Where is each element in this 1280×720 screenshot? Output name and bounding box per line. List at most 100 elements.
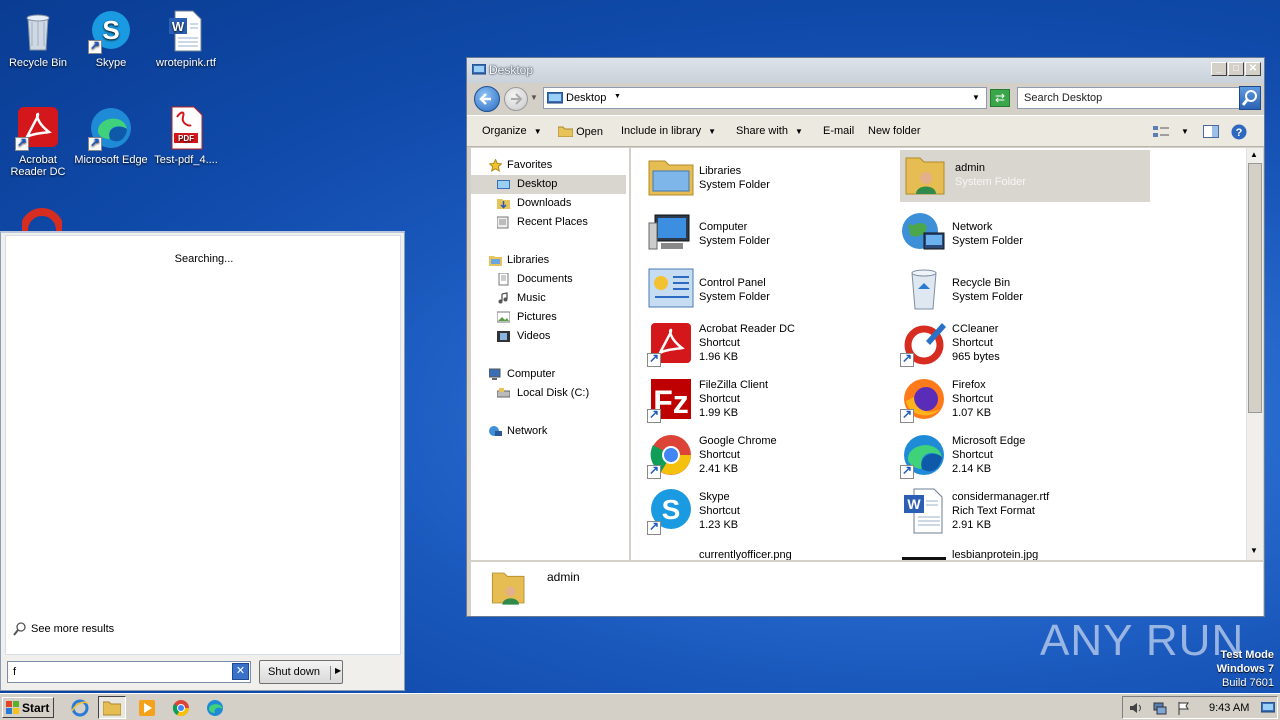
nav-downloads[interactable]: Downloads: [471, 194, 626, 213]
file-item-lesbianprotein[interactable]: lesbianprotein.jpg: [900, 543, 1150, 560]
nav-libraries[interactable]: Libraries: [471, 251, 626, 270]
edge-icon: [88, 105, 134, 151]
nav-videos[interactable]: Videos: [471, 327, 626, 346]
file-item-ccleaner[interactable]: CCleanerShortcut965 bytes: [900, 319, 1150, 373]
minimize-button[interactable]: _: [1211, 62, 1227, 76]
share-with-menu[interactable]: Share with ▼: [736, 125, 803, 137]
back-button[interactable]: [474, 86, 500, 112]
close-button[interactable]: ✕: [1245, 62, 1261, 76]
see-more-results-label: See more results: [31, 623, 115, 635]
internet-explorer-icon[interactable]: [71, 699, 89, 717]
recent-pages-dropdown-icon[interactable]: ▼: [530, 93, 538, 102]
nav-local-disk[interactable]: Local Disk (C:): [471, 384, 626, 403]
shortcut-arrow-icon: [88, 38, 102, 54]
file-item-considermanager[interactable]: W considermanager.rtf Rich Text Format 2.9…: [900, 487, 1150, 541]
svg-text:W: W: [172, 19, 185, 34]
change-view-icon[interactable]: [1153, 125, 1169, 139]
chrome-icon[interactable]: [172, 699, 190, 717]
file-item-currentlyofficer[interactable]: currentlyofficer.png: [647, 543, 897, 560]
preview-pane-icon[interactable]: [1203, 125, 1219, 139]
desktop-icon-edge[interactable]: Microsoft Edge: [73, 105, 149, 166]
network-tray-icon[interactable]: [1153, 701, 1167, 715]
videos-icon: [497, 331, 510, 342]
partial-ccleaner-desktop-icon[interactable]: [22, 204, 62, 232]
image-thumbnail-icon: [902, 557, 946, 560]
file-item-admin[interactable]: admin System Folder: [900, 150, 1150, 202]
media-player-icon[interactable]: [138, 699, 156, 717]
new-folder-button[interactable]: New folder: [868, 125, 921, 137]
email-button[interactable]: E-mail: [823, 125, 854, 137]
refresh-button[interactable]: ⇄: [990, 89, 1010, 107]
nav-music[interactable]: Music: [471, 289, 626, 308]
nav-pictures[interactable]: Pictures: [471, 308, 626, 327]
pictures-icon: [497, 311, 510, 323]
clock[interactable]: 9:43 AM: [1209, 702, 1249, 714]
file-item-microsoft-edge[interactable]: Microsoft EdgeShortcut2.14 KB: [900, 431, 1150, 485]
navigation-pane: Favorites Desktop Downloads Recent Place…: [471, 148, 629, 560]
desktop-icon-test-pdf[interactable]: PDF Test-pdf_4....: [148, 105, 224, 166]
help-icon[interactable]: ?: [1231, 124, 1247, 140]
nav-desktop[interactable]: Desktop: [471, 175, 626, 194]
include-in-library-menu[interactable]: Include in library ▼: [621, 125, 716, 137]
svg-text:?: ?: [1236, 127, 1243, 139]
nav-documents[interactable]: Documents: [471, 270, 626, 289]
forward-button[interactable]: [504, 87, 528, 111]
file-item-acrobat-reader[interactable]: Acrobat Reader DCShortcut1.96 KB: [647, 319, 897, 373]
svg-text:PDF: PDF: [178, 134, 194, 143]
nav-recent-places[interactable]: Recent Places: [471, 213, 626, 232]
file-item-skype[interactable]: S SkypeShortcut1.23 KB: [647, 487, 897, 541]
file-item-firefox[interactable]: FirefoxShortcut1.07 KB: [900, 375, 1150, 429]
desktop-icon-skype[interactable]: S Skype: [73, 8, 149, 69]
desktop-icon-recycle-bin[interactable]: Recycle Bin: [0, 8, 76, 69]
breadcrumb-chevron-icon[interactable]: ▼: [614, 93, 621, 100]
libraries-folder-icon: [648, 160, 694, 196]
address-bar[interactable]: Desktop ▼ ▼: [543, 87, 987, 109]
view-options-dropdown-icon[interactable]: ▼: [1181, 127, 1189, 136]
maximize-button[interactable]: □: [1228, 62, 1244, 76]
desktop-icon-acrobat[interactable]: Acrobat Reader DC: [0, 105, 76, 178]
show-desktop-icon[interactable]: [1261, 702, 1275, 714]
volume-icon[interactable]: [1129, 701, 1143, 715]
clear-search-button[interactable]: ✕: [232, 663, 249, 680]
recent-places-icon: [497, 216, 509, 229]
window-icon: [472, 64, 486, 75]
address-breadcrumb[interactable]: Desktop: [566, 92, 606, 104]
address-history-dropdown-icon[interactable]: ▼: [972, 93, 980, 102]
file-item-google-chrome[interactable]: Google ChromeShortcut2.41 KB: [647, 431, 897, 485]
desktop-icon-wrotepink[interactable]: W wrotepink.rtf: [148, 8, 224, 69]
file-item-libraries[interactable]: Libraries System Folder: [647, 153, 897, 207]
shortcut-arrow-icon: [15, 135, 29, 151]
shortcut-arrow-icon: [647, 407, 661, 423]
details-pane: admin: [471, 562, 1263, 616]
searching-status: Searching...: [174, 253, 234, 265]
shortcut-arrow-icon: [647, 351, 661, 367]
file-item-recycle-bin[interactable]: Recycle Bin System Folder: [900, 265, 1150, 319]
file-item-computer[interactable]: Computer System Folder: [647, 209, 897, 263]
word-document-icon: W: [163, 8, 209, 54]
start-button[interactable]: Start: [2, 697, 54, 718]
shutdown-button[interactable]: Shut down ▶: [259, 660, 343, 684]
start-search-input[interactable]: f: [7, 661, 251, 683]
scroll-up-arrow-icon[interactable]: ▲: [1250, 150, 1258, 159]
explorer-taskbar-button[interactable]: [98, 696, 126, 719]
vertical-scrollbar[interactable]: ▲ ▼: [1246, 148, 1263, 560]
file-item-filezilla[interactable]: Fz FileZilla ClientShortcut1.99 KB: [647, 375, 897, 429]
scroll-down-arrow-icon[interactable]: ▼: [1250, 546, 1258, 555]
search-button[interactable]: [1239, 86, 1261, 110]
edge-icon[interactable]: [206, 699, 224, 717]
anyrun-watermark: ANY RUN: [1040, 616, 1245, 665]
shutdown-options-arrow-icon[interactable]: ▶: [330, 666, 341, 680]
search-box[interactable]: Search Desktop: [1017, 87, 1241, 109]
desktop-location-icon: [547, 92, 563, 104]
organize-menu[interactable]: Organize ▼: [482, 125, 542, 137]
open-button[interactable]: Open: [557, 125, 603, 138]
desktop-icon-label: Recycle Bin: [8, 57, 68, 69]
nav-favorites[interactable]: Favorites: [471, 156, 626, 175]
scroll-thumb[interactable]: [1248, 163, 1262, 413]
nav-computer[interactable]: Computer: [471, 365, 626, 384]
nav-network[interactable]: Network: [471, 422, 626, 441]
file-item-network[interactable]: Network System Folder: [900, 209, 1150, 263]
action-center-flag-icon[interactable]: [1177, 701, 1191, 715]
title-bar[interactable]: Desktop _ □ ✕: [467, 58, 1264, 83]
file-item-control-panel[interactable]: Control Panel System Folder: [647, 265, 897, 319]
